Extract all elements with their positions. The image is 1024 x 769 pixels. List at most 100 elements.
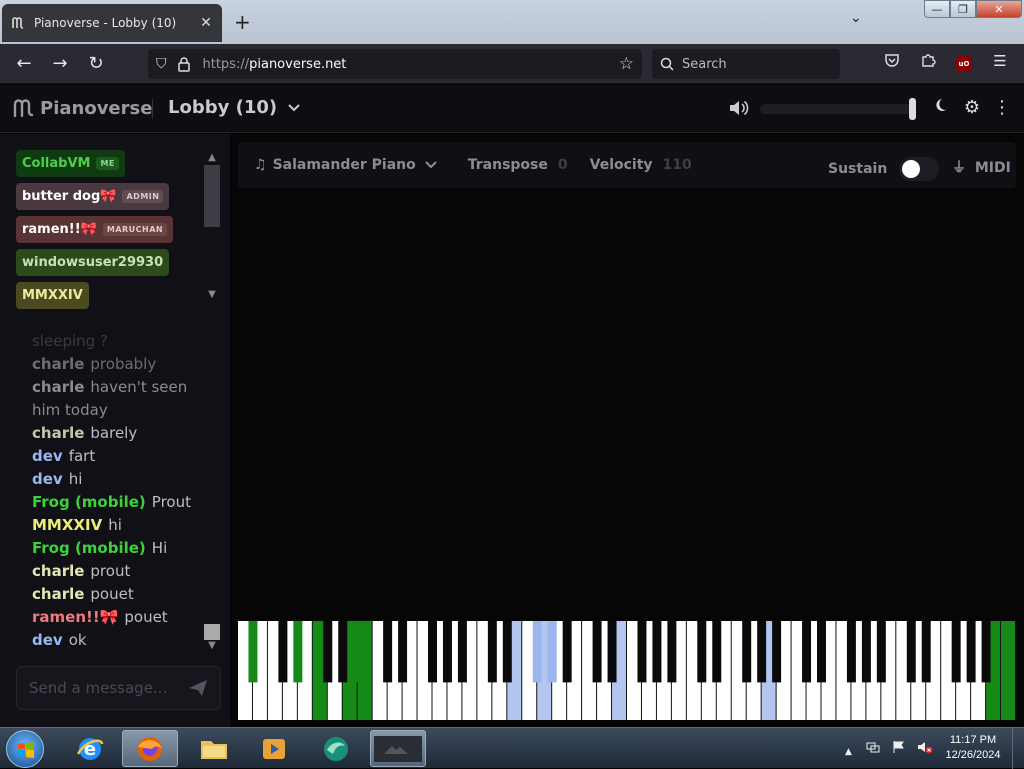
- taskbar-clock[interactable]: 11:17 PM 12/26/2024: [940, 733, 1006, 763]
- message-input[interactable]: [29, 679, 188, 697]
- black-key[interactable]: [861, 621, 871, 683]
- black-key[interactable]: [697, 621, 707, 683]
- file-explorer-taskbar-icon[interactable]: [186, 730, 242, 767]
- black-key[interactable]: [846, 621, 856, 683]
- room-selector[interactable]: Lobby (10): [168, 97, 301, 118]
- more-vertical-icon[interactable]: ⋮: [992, 97, 1012, 118]
- media-player-taskbar-icon[interactable]: [246, 730, 302, 767]
- volume-muted-icon[interactable]: [917, 740, 933, 754]
- app-logo[interactable]: Pianoverse: [12, 97, 152, 119]
- black-key[interactable]: [742, 621, 752, 683]
- black-key[interactable]: [757, 621, 767, 683]
- black-key[interactable]: [278, 621, 288, 683]
- chat-author[interactable]: charle: [32, 378, 84, 396]
- user-list-scrollbar[interactable]: ▲ ▼: [204, 152, 220, 304]
- chat-author[interactable]: dev: [32, 447, 63, 465]
- volume-icon[interactable]: [728, 99, 750, 122]
- chat-author[interactable]: dev: [32, 470, 63, 488]
- window-minimize-button[interactable]: —: [924, 0, 950, 18]
- midi-button[interactable]: ⏚ MIDI: [952, 157, 1011, 177]
- tab-close-icon[interactable]: ✕: [198, 15, 214, 31]
- white-key[interactable]: [1001, 621, 1015, 720]
- chat-author[interactable]: charle: [32, 424, 84, 442]
- chat-author[interactable]: Frog (mobile): [32, 493, 146, 511]
- ublock-origin-icon[interactable]: uO: [956, 56, 972, 72]
- black-key[interactable]: [428, 621, 437, 683]
- show-hidden-icons-arrow[interactable]: ▲: [845, 747, 852, 757]
- user-chip[interactable]: butter dog🎀 ADMIN: [16, 183, 170, 210]
- bookmark-star-icon[interactable]: ☆: [619, 54, 634, 74]
- black-key[interactable]: [592, 621, 602, 683]
- send-icon[interactable]: [188, 679, 208, 697]
- black-key[interactable]: [607, 621, 617, 683]
- black-key[interactable]: [562, 621, 572, 683]
- browser-tab[interactable]: Pianoverse - Lobby (10) ✕: [2, 4, 222, 42]
- window-thumbnail-taskbar-item[interactable]: [370, 730, 426, 767]
- chat-author[interactable]: MMXXIV: [32, 516, 102, 534]
- window-maximize-button[interactable]: ❐: [950, 0, 976, 18]
- chat-author[interactable]: charle: [32, 562, 84, 580]
- black-key[interactable]: [532, 621, 542, 683]
- black-key[interactable]: [442, 621, 452, 683]
- hamburger-menu-icon[interactable]: ☰: [988, 52, 1012, 70]
- transpose-control[interactable]: Transpose 0: [468, 157, 568, 173]
- lock-icon[interactable]: [177, 56, 191, 72]
- chat-author[interactable]: charle: [32, 585, 84, 603]
- black-key[interactable]: [981, 621, 991, 683]
- url-text[interactable]: https://pianoverse.net: [203, 57, 619, 72]
- scrollbar-thumb[interactable]: [204, 624, 220, 640]
- piano-keyboard[interactable]: [238, 621, 1016, 720]
- dark-mode-moon-icon[interactable]: [932, 97, 952, 118]
- black-key[interactable]: [652, 621, 662, 683]
- new-tab-button[interactable]: +: [234, 10, 251, 34]
- user-chip[interactable]: CollabVM ME: [16, 150, 125, 177]
- chat-author[interactable]: charle: [32, 355, 84, 373]
- volume-slider-thumb[interactable]: [908, 98, 916, 120]
- black-key[interactable]: [502, 621, 512, 683]
- user-chip[interactable]: windowsuser29930: [16, 249, 170, 276]
- black-key[interactable]: [876, 621, 886, 683]
- extensions-puzzle-icon[interactable]: [916, 52, 940, 72]
- black-key[interactable]: [951, 621, 961, 683]
- action-center-flag-icon[interactable]: [892, 740, 906, 754]
- black-key[interactable]: [338, 621, 348, 683]
- green-app-taskbar-icon[interactable]: [308, 730, 364, 767]
- sustain-control[interactable]: Sustain: [828, 157, 940, 181]
- chat-author[interactable]: dev: [32, 631, 63, 649]
- black-key[interactable]: [772, 621, 782, 683]
- start-button[interactable]: [6, 730, 44, 768]
- black-key[interactable]: [457, 621, 467, 683]
- chat-scrollbar[interactable]: ▼: [204, 624, 220, 651]
- black-key[interactable]: [667, 621, 677, 683]
- network-icon[interactable]: [866, 740, 880, 754]
- internet-explorer-taskbar-icon[interactable]: e: [62, 730, 118, 767]
- window-close-button[interactable]: ✕: [976, 0, 1022, 18]
- user-chip[interactable]: ramen!!🎀 MARUCHAN: [16, 216, 174, 243]
- search-bar[interactable]: Search: [652, 49, 840, 79]
- black-key[interactable]: [547, 621, 557, 683]
- scrollbar-thumb[interactable]: [204, 165, 220, 227]
- black-key[interactable]: [817, 621, 826, 683]
- forward-arrow-icon[interactable]: →: [50, 54, 70, 74]
- black-key[interactable]: [906, 621, 916, 683]
- scroll-up-arrow-icon[interactable]: ▲: [204, 152, 220, 163]
- black-key[interactable]: [966, 621, 976, 683]
- pocket-icon[interactable]: [880, 52, 904, 72]
- url-bar[interactable]: ⛉ https://pianoverse.net ☆: [148, 49, 642, 79]
- black-key[interactable]: [712, 621, 722, 683]
- black-key[interactable]: [323, 621, 333, 683]
- black-key[interactable]: [293, 621, 303, 683]
- volume-slider-track[interactable]: [760, 104, 916, 114]
- sustain-toggle[interactable]: [899, 157, 940, 181]
- shield-icon[interactable]: ⛉: [156, 56, 167, 72]
- velocity-control[interactable]: Velocity 110: [590, 157, 692, 173]
- instrument-selector[interactable]: ♫ Salamander Piano: [254, 157, 438, 173]
- black-key[interactable]: [802, 621, 812, 683]
- scroll-down-arrow-icon[interactable]: ▼: [204, 289, 220, 300]
- chat-author[interactable]: ramen!!🎀: [32, 608, 118, 626]
- black-key[interactable]: [248, 621, 258, 683]
- chat-input-box[interactable]: [16, 666, 221, 710]
- user-chip[interactable]: MMXXIV: [16, 282, 89, 309]
- black-key[interactable]: [921, 621, 931, 683]
- black-key[interactable]: [398, 621, 408, 683]
